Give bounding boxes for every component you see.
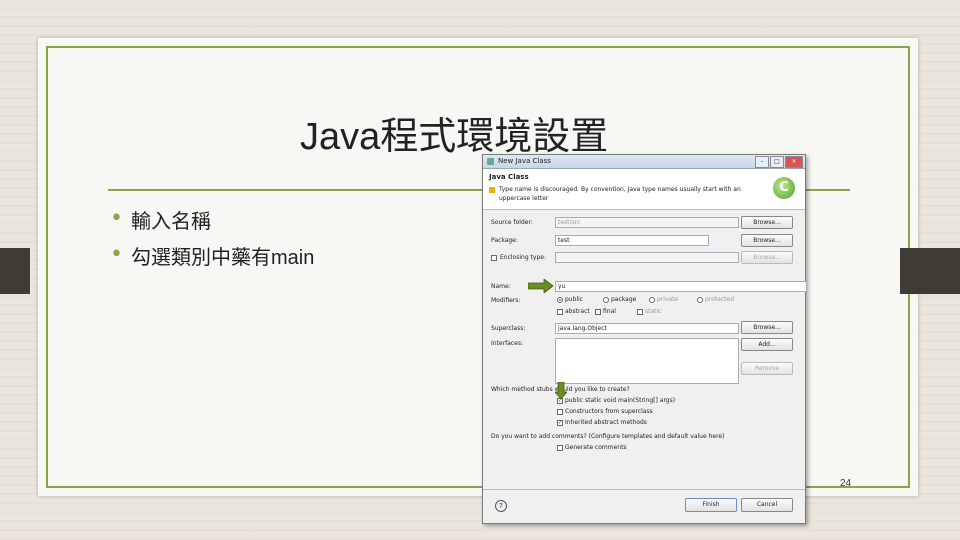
final-label: final [603, 308, 616, 315]
help-icon[interactable]: ? [495, 500, 507, 512]
generate-comments-label: Generate comments [565, 444, 627, 451]
abstract-checkbox[interactable] [557, 309, 563, 315]
arrow-down-icon [555, 382, 567, 400]
superclass-label: Superclass: [491, 325, 526, 332]
page-number: 24 [840, 478, 852, 489]
dialog-titlebar[interactable]: New Java Class – □ × [483, 155, 805, 169]
bullet-icon: • [110, 206, 123, 231]
interfaces-list[interactable] [555, 338, 739, 384]
static-checkbox[interactable] [637, 309, 643, 315]
static-label: static [645, 308, 662, 315]
modifier-public-radio[interactable] [557, 297, 563, 303]
inherited-stub-label: Inherited abstract methods [565, 419, 647, 426]
dialog-header: Java Class Type name is discouraged. By … [483, 169, 805, 210]
arrow-right-icon [528, 279, 554, 293]
modifier-package-radio[interactable] [603, 297, 609, 303]
abstract-label: abstract [565, 308, 590, 315]
new-java-class-dialog: New Java Class – □ × Java Class Type nam… [482, 154, 807, 524]
enclosing-type-field[interactable] [555, 252, 739, 263]
new-class-wizard-icon: C [773, 177, 795, 199]
window-buttons: – □ × [754, 156, 803, 168]
final-checkbox[interactable] [595, 309, 601, 315]
footer-divider [483, 489, 805, 490]
source-folder-field[interactable]: test/src [555, 217, 739, 228]
right-tab-decoration [900, 248, 960, 294]
bullet-icon: • [110, 242, 123, 267]
header-title: Java Class [489, 173, 529, 181]
enclosing-type-label: Enclosing type: [500, 254, 546, 261]
close-icon[interactable]: × [785, 156, 803, 168]
bullet-text: 輸入名稱 [130, 210, 211, 233]
modifier-protected-label: protected [705, 296, 735, 303]
slide-title: Java程式環境設置 [300, 116, 609, 158]
modifier-private-label: private [657, 296, 679, 303]
enclosing-type-browse-button[interactable]: Browse... [741, 251, 793, 264]
generate-comments-checkbox[interactable] [557, 445, 563, 451]
modifier-public-label: public [565, 296, 584, 303]
package-browse-button[interactable]: Browse... [741, 234, 793, 247]
bullet-list: • 輸入名稱 • 勾選類別中藥有main [110, 205, 314, 277]
constructors-stub-checkbox[interactable] [557, 409, 563, 415]
cancel-button[interactable]: Cancel [741, 498, 793, 512]
bullet-item: • 勾選類別中藥有main [110, 241, 314, 269]
bullet-text: 勾選類別中藥有main [130, 246, 315, 269]
warning-icon [489, 187, 495, 193]
name-field[interactable]: yu [555, 281, 807, 292]
modifier-private-radio[interactable] [649, 297, 655, 303]
eclipse-icon [487, 158, 494, 165]
source-folder-label: Source folder: [491, 219, 533, 226]
dialog-title: New Java Class [498, 157, 551, 165]
main-stub-label: public static void main(String[] args) [565, 397, 676, 404]
modifier-protected-radio[interactable] [697, 297, 703, 303]
minimize-icon[interactable]: – [755, 156, 769, 168]
finish-button[interactable]: Finish [685, 498, 737, 512]
modifiers-label: Modifiers: [491, 297, 521, 304]
interfaces-add-button[interactable]: Add... [741, 338, 793, 351]
package-field[interactable]: test [555, 235, 709, 246]
inherited-stub-checkbox[interactable]: ✓ [557, 420, 563, 426]
source-folder-browse-button[interactable]: Browse... [741, 216, 793, 229]
constructors-stub-label: Constructors from superclass [565, 408, 653, 415]
package-label: Package: [491, 237, 518, 244]
enclosing-type-checkbox[interactable] [491, 255, 497, 261]
left-tab-decoration [0, 248, 30, 294]
comments-question: Do you want to add comments? (Configure … [491, 433, 725, 440]
modifier-package-label: package [611, 296, 637, 303]
name-label: Name: [491, 283, 511, 290]
superclass-field[interactable]: java.lang.Object [555, 323, 739, 334]
interfaces-label: Interfaces: [491, 340, 524, 347]
bullet-item: • 輸入名稱 [110, 205, 314, 233]
header-message: Type name is discouraged. By convention,… [499, 186, 741, 202]
interfaces-remove-button[interactable]: Remove [741, 362, 793, 375]
superclass-browse-button[interactable]: Browse... [741, 321, 793, 334]
maximize-icon[interactable]: □ [770, 156, 784, 168]
